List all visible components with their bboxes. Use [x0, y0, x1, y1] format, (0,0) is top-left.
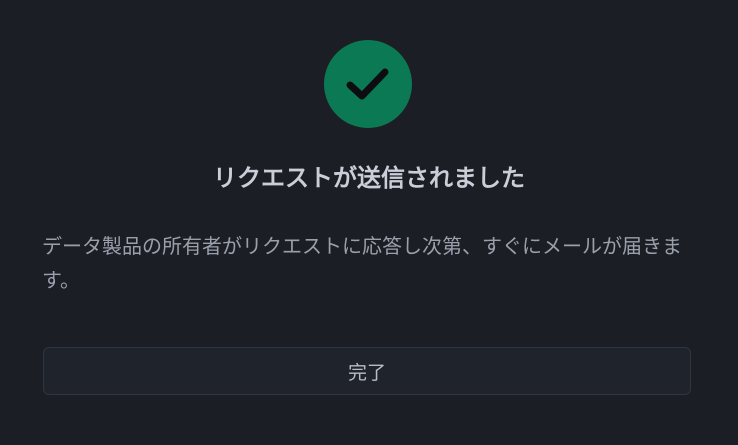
- dialog-title: リクエストが送信されました: [213, 164, 525, 192]
- checkmark-icon: [346, 68, 389, 100]
- done-button[interactable]: 完了: [43, 347, 691, 395]
- request-sent-dialog: リクエストが送信されました データ製品の所有者がリクエストに応答し次第、すぐにメ…: [0, 0, 738, 445]
- dialog-message: データ製品の所有者がリクエストに応答し次第、すぐにメールが届きます。: [42, 234, 682, 292]
- check-circle-icon: [324, 40, 412, 128]
